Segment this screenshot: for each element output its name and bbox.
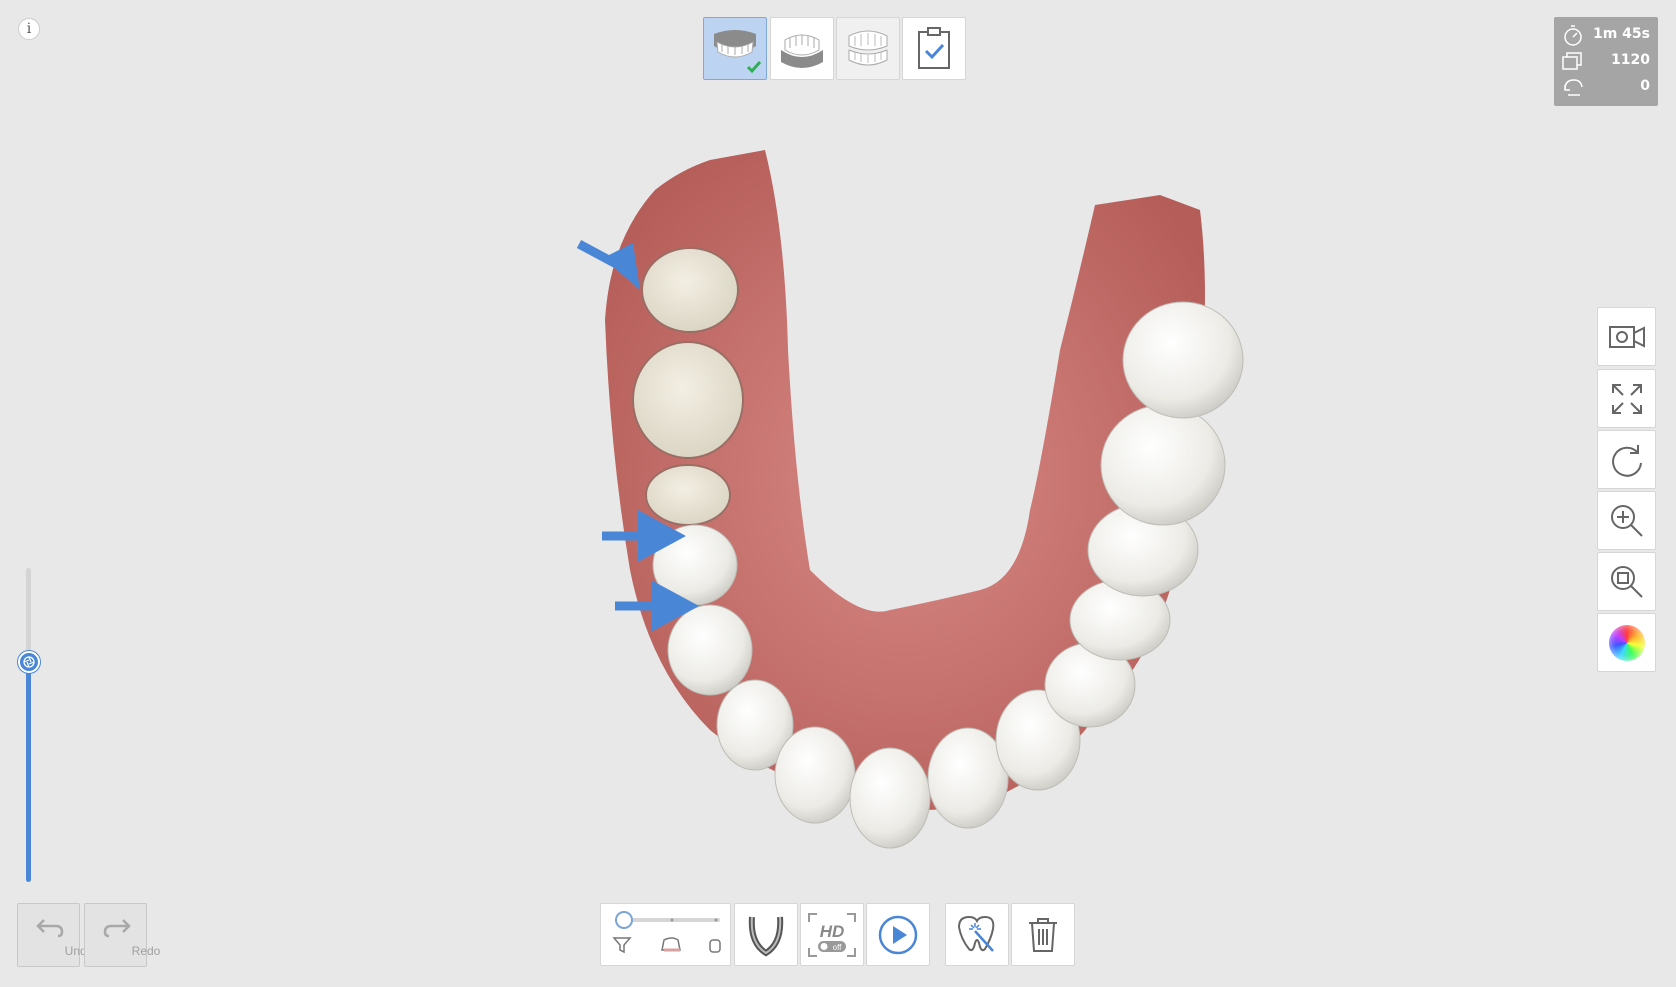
tooth: [774, 726, 856, 824]
arch-tray-icon: [748, 916, 784, 957]
scan-depth-slider-fill: [26, 662, 31, 882]
undo-icon: [36, 919, 64, 938]
upper-jaw-icon: [714, 29, 762, 73]
delete-button[interactable]: [1011, 903, 1075, 966]
video-record-button[interactable]: [1597, 307, 1656, 366]
rotation-count-value: 0: [1640, 78, 1650, 94]
refresh-icon: [1611, 444, 1642, 477]
redo-icon: [103, 919, 131, 938]
zoom-in-icon: [1610, 504, 1643, 537]
color-toggle-button[interactable]: [1597, 613, 1656, 672]
info-icon[interactable]: i: [18, 18, 40, 40]
prep-tooth-2: [632, 341, 744, 459]
scan-depth-slider-handle[interactable]: [18, 651, 40, 673]
hd-state: off: [833, 943, 843, 952]
stopwatch-icon: [1564, 25, 1582, 46]
hd-toggle-button[interactable]: HD off: [800, 903, 864, 966]
tooth-wand-icon: [957, 915, 995, 952]
annotation-arrow: [615, 580, 699, 632]
occlusion-jaw-icon: [848, 30, 888, 65]
annotation-arrow: [576, 240, 640, 290]
color-wheel-icon: [1608, 624, 1645, 661]
frames-icon: [1562, 52, 1582, 70]
filter-slider-icon[interactable]: [606, 910, 726, 960]
occlusion-stage-tab[interactable]: [836, 17, 900, 80]
tooth: [1100, 404, 1226, 526]
mandible-stage-tab[interactable]: [770, 17, 834, 80]
redo-label: Redo: [131, 944, 161, 958]
tooth: [1122, 301, 1244, 419]
zoom-fit-button[interactable]: [1597, 552, 1656, 611]
fit-screen-icon: [1611, 383, 1642, 414]
annotation-arrow: [602, 510, 686, 562]
play-button[interactable]: [866, 903, 930, 966]
trash-icon: [1029, 917, 1057, 952]
zoom-fit-icon: [1610, 565, 1643, 598]
rotation-icon: [1564, 79, 1583, 96]
clipboard-check-icon: [918, 26, 950, 69]
zoom-in-button[interactable]: [1597, 491, 1656, 550]
arch-tray-button[interactable]: [734, 903, 798, 966]
reset-view-button[interactable]: [1597, 430, 1656, 489]
hd-label: HD: [820, 922, 845, 941]
rotation-count-row: 0: [1554, 75, 1658, 99]
ai-clean-button[interactable]: [945, 903, 1009, 966]
frame-count-value: 1120: [1611, 52, 1650, 68]
scan-time-row: 1m 45s: [1554, 23, 1658, 47]
scan-stats-panel: 1m 45s 1120 0: [1554, 17, 1658, 106]
frame-count-row: 1120: [1554, 49, 1658, 73]
fit-screen-button[interactable]: [1597, 369, 1656, 428]
undo-button[interactable]: Undo: [17, 903, 93, 967]
filter-panel: [600, 903, 731, 966]
maxilla-stage-tab[interactable]: [703, 17, 767, 80]
aperture-icon: [23, 656, 35, 668]
scan-time-value: 1m 45s: [1592, 26, 1650, 42]
video-camera-icon: [1608, 325, 1645, 348]
hd-off-icon: HD off: [808, 912, 856, 957]
lower-jaw-icon: [781, 34, 823, 68]
play-icon: [878, 915, 918, 954]
review-stage-tab[interactable]: [902, 17, 966, 80]
tooth: [849, 747, 931, 849]
redo-button[interactable]: Redo: [84, 903, 160, 967]
